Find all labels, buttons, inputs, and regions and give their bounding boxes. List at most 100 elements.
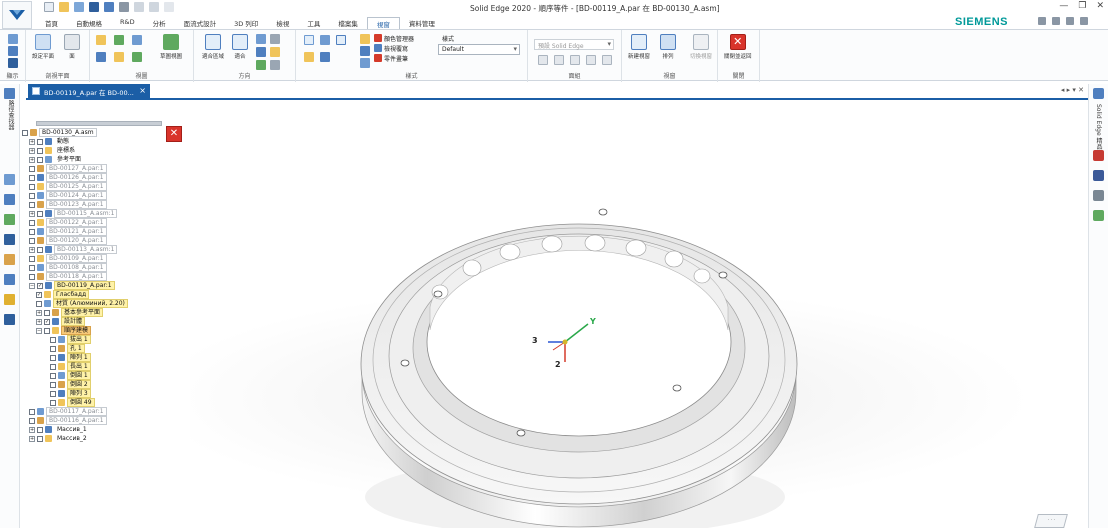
shade-edges-icon[interactable]	[320, 35, 330, 45]
visibility-checkbox[interactable]	[29, 228, 35, 235]
expand-icon[interactable]: +	[29, 138, 35, 145]
close-return-button[interactable]: ✕ 關閉並返回	[724, 34, 752, 60]
restore-icon[interactable]: ❐	[1078, 1, 1086, 11]
zoom-area-button[interactable]: 適合區域	[202, 34, 224, 60]
perspective-icon[interactable]	[360, 58, 370, 68]
tree-item[interactable]: BD-00118_A.par:1	[29, 272, 107, 281]
document-tab[interactable]: BD-00119_A.par 在 BD-00... ×	[28, 84, 150, 98]
scene-option-5-icon[interactable]	[602, 55, 612, 65]
view-dimetric-icon[interactable]	[114, 52, 124, 62]
portal-tab-label[interactable]: Solid Edge 精品	[1094, 104, 1103, 150]
sensors-icon[interactable]	[4, 194, 15, 205]
tree-item[interactable]: + BD-00113_A.asm:1	[29, 245, 118, 254]
visibility-checkbox[interactable]	[44, 327, 50, 334]
tree-item[interactable]: 拔出 1	[50, 335, 91, 344]
pathfinder-tab-label[interactable]: 路徑查找器	[6, 100, 15, 130]
new-window-button[interactable]: 新建視窗	[628, 34, 650, 60]
visibility-checkbox[interactable]	[37, 210, 43, 217]
zoom-icon[interactable]	[256, 34, 266, 44]
tree-item[interactable]: BD-00121_A.par:1	[29, 227, 107, 236]
facebook-icon[interactable]	[1093, 170, 1104, 181]
visibility-checkbox[interactable]	[29, 408, 35, 415]
tree-item[interactable]: − ✓ BD-00119_A.par:1	[29, 281, 115, 290]
tree-item[interactable]: + 座標系	[29, 146, 78, 155]
visibility-checkbox[interactable]: ✓	[37, 282, 43, 289]
shade-icon[interactable]	[304, 35, 314, 45]
visibility-checkbox[interactable]	[37, 156, 43, 163]
menu-tab[interactable]: 工具	[298, 17, 329, 29]
tree-item[interactable]: ✓ Гласбадд	[36, 290, 90, 299]
visibility-checkbox[interactable]	[29, 201, 35, 208]
visibility-checkbox[interactable]: ✓	[44, 318, 50, 325]
named-views-button[interactable]: 草圖視圖	[160, 34, 182, 60]
tree-item[interactable]: BD-00127_A.par:1	[29, 164, 107, 173]
close-tab-icon[interactable]: ×	[139, 86, 146, 95]
visibility-checkbox[interactable]	[50, 372, 56, 379]
view-trimetric-icon[interactable]	[132, 52, 142, 62]
tree-item[interactable]: 倒圓 49	[50, 398, 95, 407]
menu-tab[interactable]: 3D 列印	[225, 17, 267, 29]
layers-icon[interactable]	[4, 174, 15, 185]
tree-item[interactable]: 長出 1	[50, 362, 91, 371]
options-icon[interactable]	[1052, 17, 1060, 25]
spin-icon[interactable]	[270, 47, 280, 57]
social-icon[interactable]	[1093, 190, 1104, 201]
color-manager-icon[interactable]	[374, 34, 382, 42]
visibility-checkbox[interactable]	[29, 273, 35, 280]
features-icon[interactable]	[4, 254, 15, 265]
tree-item[interactable]: 陣列 1	[50, 353, 91, 362]
hidden-edges-icon[interactable]	[320, 52, 330, 62]
menu-tab[interactable]: 面流式設計	[175, 17, 226, 29]
visibility-checkbox[interactable]	[22, 129, 28, 136]
visibility-checkbox[interactable]	[29, 417, 35, 424]
view-cube[interactable]: · · ·	[1034, 514, 1068, 528]
visibility-checkbox[interactable]	[37, 246, 43, 253]
customize-icon[interactable]	[164, 2, 174, 12]
menu-tab[interactable]: 首頁	[36, 17, 67, 29]
new-file-icon[interactable]	[44, 2, 54, 12]
visibility-checkbox[interactable]	[29, 255, 35, 262]
visibility-checkbox[interactable]	[29, 183, 35, 190]
tree-item[interactable]: 材質 (Алюминий, 2.20)	[36, 299, 128, 308]
expand-icon[interactable]: +	[29, 147, 35, 154]
tree-item[interactable]: + ✓ 設計體	[36, 317, 86, 326]
visibility-checkbox[interactable]	[37, 138, 43, 145]
expand-icon[interactable]: +	[29, 210, 35, 217]
properties-icon[interactable]	[74, 2, 84, 12]
pathfinder-icon[interactable]	[8, 46, 18, 56]
pan-icon[interactable]	[270, 34, 280, 44]
section-face-button[interactable]: 面	[64, 34, 80, 60]
visibility-checkbox[interactable]	[37, 435, 43, 442]
tree-item[interactable]: BD-00120_A.par:1	[29, 236, 107, 245]
close-doc-icon[interactable]	[1080, 17, 1088, 25]
switch-window-button[interactable]: 切換視窗	[690, 34, 712, 60]
app-menu-button[interactable]	[2, 1, 32, 29]
display-mode-icon[interactable]	[304, 52, 314, 62]
show-toggle-icon[interactable]	[8, 34, 18, 44]
tree-item[interactable]: + 參考平面	[29, 155, 84, 164]
wire-icon[interactable]	[336, 35, 346, 45]
visibility-checkbox[interactable]: ✓	[36, 291, 42, 298]
expand-icon[interactable]: +	[29, 156, 35, 163]
bearing-model[interactable]	[150, 102, 1086, 528]
save-icon[interactable]	[89, 2, 99, 12]
scene-dropdown[interactable]: 預設 Solid Edge	[534, 39, 614, 50]
collapse-icon[interactable]: −	[29, 282, 35, 289]
color-manager-label[interactable]: 顏色管理器	[384, 34, 414, 43]
fit-button[interactable]: 適合	[232, 34, 248, 60]
print-icon[interactable]	[119, 2, 129, 12]
view-iso-icon[interactable]	[96, 52, 106, 62]
view-overrides-label[interactable]: 檢視覆寫	[384, 44, 408, 53]
menu-tab[interactable]: 資料管理	[400, 17, 444, 29]
visibility-checkbox[interactable]	[44, 309, 50, 316]
tree-item[interactable]: BD-00126_A.par:1	[29, 173, 107, 182]
save-as-icon[interactable]	[104, 2, 114, 12]
expand-icon[interactable]: +	[29, 435, 35, 442]
visibility-checkbox[interactable]	[29, 264, 35, 271]
minimize-icon[interactable]: —	[1059, 1, 1068, 11]
view-style-icon[interactable]	[360, 34, 370, 44]
view-right-icon[interactable]	[132, 35, 142, 45]
tree-item[interactable]: BD-00130_A.asm	[22, 128, 97, 137]
menu-tab[interactable]: 視窗	[366, 17, 400, 29]
pathfinder-tab-icon[interactable]	[4, 88, 15, 99]
